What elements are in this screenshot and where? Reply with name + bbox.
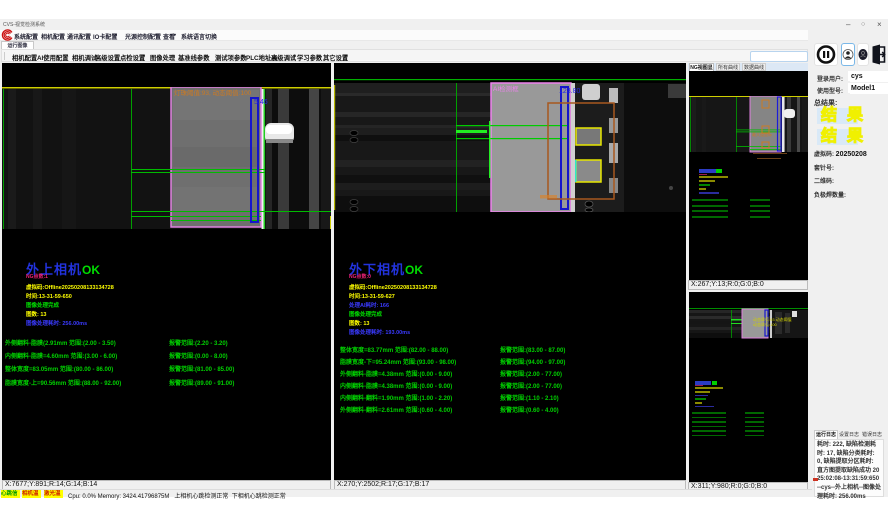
- svg-text:5.46: 5.46: [254, 99, 268, 106]
- svg-text:最大值坐标: 最大值坐标: [752, 131, 772, 137]
- svg-text:AI检测框: AI检测框: [493, 84, 519, 93]
- svg-text:灯珠阈值:93, 动态阈值:100: 灯珠阈值:93, 动态阈值:100: [174, 88, 252, 97]
- svg-text:123.80: 123.80: [559, 88, 581, 95]
- svg-text:动态阈值:100: 动态阈值:100: [753, 321, 778, 327]
